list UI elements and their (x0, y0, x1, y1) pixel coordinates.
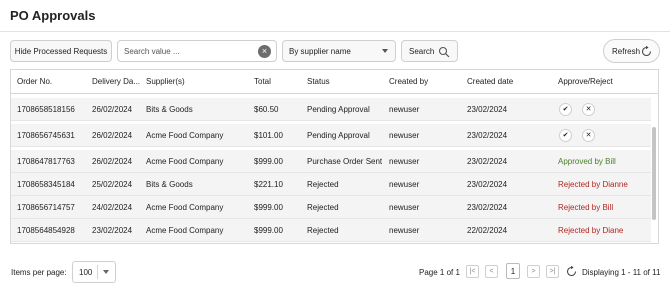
po-table: Order No. Delivery Da... Supplier(s) Tot… (10, 69, 659, 244)
created-date-cell: 22/02/2024 (467, 226, 508, 235)
total-cell: $999.00 (254, 157, 283, 166)
table-scrollbar[interactable] (652, 127, 656, 220)
order-no-cell: 1708658345184 (17, 180, 75, 189)
table-row[interactable]: 1708564854928 23/02/2024 Acme Food Compa… (11, 219, 651, 242)
created-by-cell: newuser (389, 105, 420, 114)
prev-page-icon[interactable]: < (485, 265, 498, 278)
approval-result: Rejected by Bill (558, 203, 614, 212)
items-per-page-label: Items per page: (11, 268, 67, 277)
refresh-button-label: Refresh (612, 46, 641, 56)
hide-processed-button[interactable]: Hide Processed Requests (10, 40, 112, 62)
total-cell: $60.50 (254, 105, 279, 114)
items-per-page-value: 100 (79, 268, 93, 277)
search-button[interactable]: Search (401, 40, 458, 62)
created-date-cell: 23/02/2024 (467, 203, 508, 212)
supplier-cell: Acme Food Company (146, 226, 224, 235)
reject-button[interactable]: ✕ (582, 129, 595, 142)
chevron-down-icon (382, 49, 388, 53)
total-cell: $221.10 (254, 180, 283, 189)
created-by-cell: newuser (389, 131, 420, 140)
next-page-icon[interactable]: > (527, 265, 540, 278)
first-page-icon[interactable]: |< (466, 265, 479, 278)
last-page-icon[interactable]: >| (546, 265, 559, 278)
search-button-label: Search (409, 46, 435, 56)
column-header-total[interactable]: Total (254, 77, 299, 86)
page-title: PO Approvals (10, 8, 96, 23)
table-row[interactable]: 1708656714757 24/02/2024 Acme Food Compa… (11, 196, 651, 219)
column-header-order-no[interactable]: Order No. (17, 77, 89, 86)
refresh-icon (641, 45, 652, 57)
order-no-cell: 1708564854928 (17, 226, 75, 235)
column-header-status[interactable]: Status (307, 77, 377, 86)
delivery-date-cell: 25/02/2024 (92, 180, 133, 189)
search-field: × (117, 40, 277, 62)
status-cell: Pending Approval (307, 131, 370, 140)
delivery-date-cell: 26/02/2024 (92, 157, 133, 166)
created-date-cell: 23/02/2024 (467, 105, 508, 114)
pagination-footer: Items per page: 100 Page 1 of 1 |< < 1 >… (0, 258, 670, 288)
created-by-cell: newuser (389, 203, 420, 212)
delivery-date-cell: 26/02/2024 (92, 105, 133, 114)
status-cell: Rejected (307, 180, 339, 189)
table-row[interactable]: 1708647817763 26/02/2024 Acme Food Compa… (11, 150, 651, 173)
status-cell: Rejected (307, 226, 339, 235)
status-cell: Pending Approval (307, 105, 370, 114)
chevron-down-icon (103, 270, 109, 274)
delivery-date-cell: 23/02/2024 (92, 226, 133, 235)
current-page-button[interactable]: 1 (506, 263, 520, 279)
created-date-cell: 23/02/2024 (467, 157, 508, 166)
select-divider (97, 265, 98, 279)
supplier-cell: Acme Food Company (146, 157, 224, 166)
column-header-supplier[interactable]: Supplier(s) (146, 77, 236, 86)
status-cell: Purchase Order Sent (307, 157, 383, 166)
created-by-cell: newuser (389, 180, 420, 189)
column-header-created-date[interactable]: Created date (467, 77, 537, 86)
reject-button[interactable]: ✕ (582, 103, 595, 116)
approval-result: Rejected by Dianne (558, 180, 628, 189)
supplier-cell: Acme Food Company (146, 203, 224, 212)
items-per-page-select[interactable]: 100 (72, 261, 116, 283)
created-date-cell: 23/02/2024 (467, 180, 508, 189)
page-indicator: Page 1 of 1 (419, 268, 460, 277)
approve-button[interactable]: ✔ (559, 103, 572, 116)
created-by-cell: newuser (389, 157, 420, 166)
supplier-cell: Bits & Goods (146, 105, 193, 114)
approval-result: Rejected by Diane (558, 226, 624, 235)
column-header-delivery-date[interactable]: Delivery Da... (92, 77, 142, 86)
status-cell: Rejected (307, 203, 339, 212)
created-date-cell: 23/02/2024 (467, 131, 508, 140)
supplier-cell: Acme Food Company (146, 131, 224, 140)
refresh-icon[interactable] (565, 265, 578, 278)
delivery-date-cell: 24/02/2024 (92, 203, 133, 212)
search-icon (438, 46, 450, 58)
total-cell: $101.00 (254, 131, 283, 140)
order-no-cell: 1708658518156 (17, 105, 75, 114)
column-header-created-by[interactable]: Created by (389, 77, 449, 86)
filter-select-value: By supplier name (289, 46, 351, 56)
created-by-cell: newuser (389, 226, 420, 235)
search-input[interactable] (118, 46, 253, 56)
approval-result: Approved by Bill (558, 157, 616, 166)
order-no-cell: 1708656714757 (17, 203, 75, 212)
refresh-button[interactable]: Refresh (603, 39, 660, 63)
clear-search-icon[interactable]: × (258, 45, 271, 58)
total-cell: $999.00 (254, 203, 283, 212)
order-no-cell: 1708647817763 (17, 157, 75, 166)
table-row[interactable]: 1708658518156 26/02/2024 Bits & Goods $6… (11, 98, 651, 121)
display-count: Displaying 1 - 11 of 11 (582, 268, 661, 277)
total-cell: $999.00 (254, 226, 283, 235)
table-row[interactable]: 1708656745631 26/02/2024 Acme Food Compa… (11, 124, 651, 147)
filter-select[interactable]: By supplier name (282, 40, 396, 62)
supplier-cell: Bits & Goods (146, 180, 193, 189)
approve-button[interactable]: ✔ (559, 129, 572, 142)
delivery-date-cell: 26/02/2024 (92, 131, 133, 140)
order-no-cell: 1708656745631 (17, 131, 75, 140)
header-divider (0, 31, 670, 32)
column-header-approve-reject[interactable]: Approve/Reject (558, 77, 638, 86)
table-row[interactable]: 1708658345184 25/02/2024 Bits & Goods $2… (11, 173, 651, 196)
table-header: Order No. Delivery Da... Supplier(s) Tot… (11, 70, 658, 94)
